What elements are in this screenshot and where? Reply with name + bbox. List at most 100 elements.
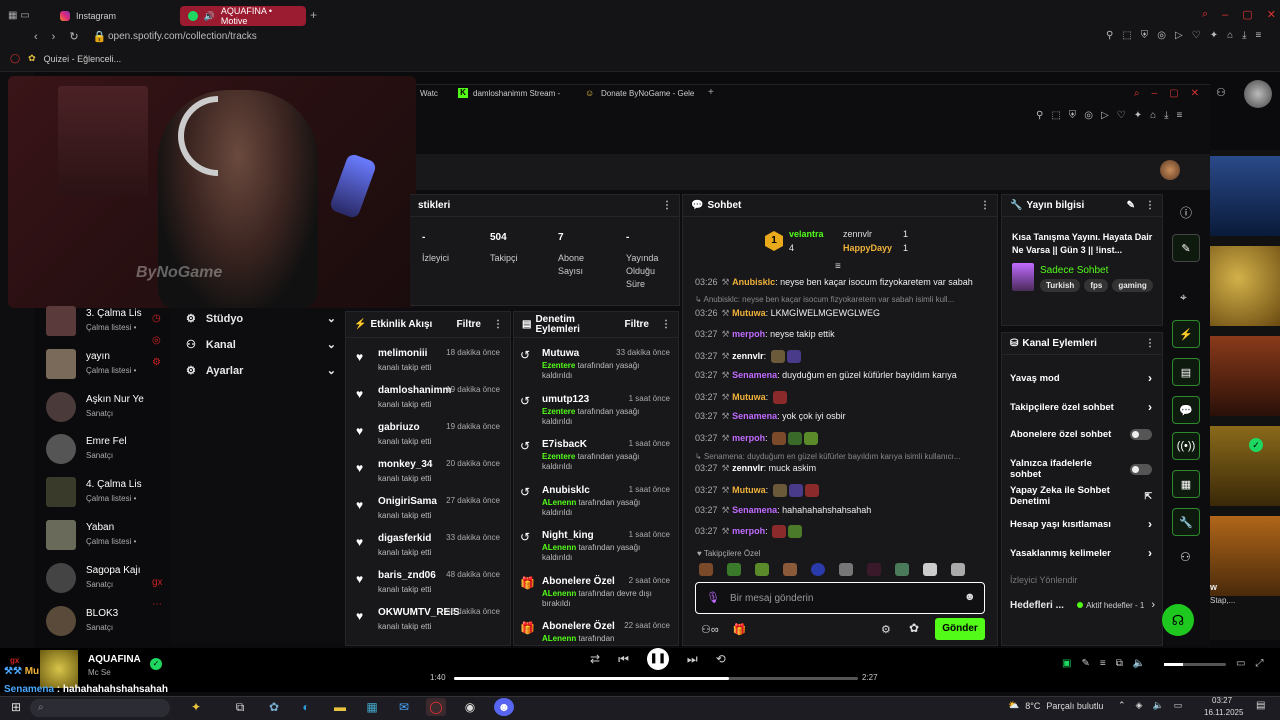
inner-screenshot-icon[interactable]: ⬚ <box>1051 110 1060 121</box>
track-title[interactable]: AQUAFINA <box>88 654 141 665</box>
library-item[interactable]: BLOK3 Sanatçı <box>44 602 144 640</box>
inner-pin-icon[interactable]: ⚲ <box>1036 110 1043 121</box>
repeat-icon[interactable]: ⟲ <box>716 652 726 666</box>
right-edge-avatar[interactable] <box>1244 80 1272 108</box>
mail-icon[interactable]: ✉ <box>394 698 414 716</box>
emote[interactable] <box>895 563 909 576</box>
toggle-switch[interactable] <box>1130 429 1152 440</box>
start-icon[interactable]: ⊞ <box>6 698 26 716</box>
activity-menu-icon[interactable]: ⋮ <box>493 319 503 330</box>
chat-username[interactable]: merpoh <box>732 526 765 536</box>
channel-action-item[interactable]: Yapay Zeka ile Sohbet Denetimi ⇱ <box>1010 485 1152 507</box>
clock-time[interactable]: 03:27 <box>1212 696 1232 705</box>
share-icon[interactable]: ⚇ <box>1180 550 1191 564</box>
connect-icon[interactable]: ⧉ <box>1116 658 1123 669</box>
now-playing-icon[interactable]: ▣ <box>1062 658 1071 669</box>
store-icon[interactable]: ▦ <box>362 698 382 716</box>
chat-input[interactable]: 🎙 Bir mesaj gönderin ☻ <box>695 582 985 614</box>
chat-username[interactable]: merpoh <box>732 433 765 443</box>
wrench-tool-button[interactable]: 🔧 <box>1172 508 1200 536</box>
clock-date[interactable]: 16.11.2025 <box>1204 708 1243 717</box>
inner-tab-kick[interactable]: damloshanimm Stream - <box>473 89 560 98</box>
inner-minimize-icon[interactable]: – <box>1152 88 1158 99</box>
liked-icon[interactable]: ✓ <box>150 658 162 670</box>
chat-username[interactable]: Senamena <box>732 411 777 421</box>
inner-tab-watch[interactable]: Watc <box>420 89 438 98</box>
stats-menu-icon[interactable]: ⋮ <box>662 200 672 211</box>
file-explorer-icon[interactable]: ▬ <box>330 698 350 716</box>
emote[interactable] <box>867 563 881 576</box>
emote[interactable] <box>951 563 965 576</box>
headset-button[interactable]: ☊ <box>1162 604 1194 636</box>
inner-extensions-icon[interactable]: ✦ <box>1134 110 1142 121</box>
fullscreen-icon[interactable]: ⤢ <box>1255 658 1263 669</box>
download-icon[interactable]: ⤓ <box>1242 30 1246 41</box>
tag[interactable]: Turkish <box>1040 279 1081 292</box>
shuffle-icon[interactable]: ⇄ <box>590 652 600 666</box>
channel-action-item[interactable]: Yalnızca ifadelerle sohbet <box>1010 458 1152 480</box>
channel-action-item[interactable]: Yavaş mod › <box>1010 371 1152 385</box>
inner-tab-donate[interactable]: Donate ByNoGame - Gele <box>601 89 694 98</box>
nav-settings[interactable]: ⚙ Ayarlar ⌄ <box>186 364 336 378</box>
bag-icon[interactable]: ⌂ <box>1227 30 1233 41</box>
inner-heart-icon[interactable]: ♡ <box>1117 110 1126 121</box>
store-tool-button[interactable]: ▦ <box>1172 470 1200 498</box>
channel-action-item[interactable]: Hesap yaşı kısıtlaması › <box>1010 517 1152 531</box>
inner-maximize-icon[interactable]: ▢ <box>1169 88 1178 99</box>
gift-icon[interactable]: 🎁 <box>733 623 747 636</box>
bookmark-quizei[interactable]: Quizei - Eğlenceli... <box>44 54 122 64</box>
opera-gx-icon[interactable]: ◯ <box>426 698 446 716</box>
new-tab-button[interactable]: + <box>310 8 317 22</box>
moderation-item[interactable]: ↺ Anubisklc 1 saat önce ALenenn tarafından … <box>520 485 672 529</box>
network-icon[interactable]: ◈ <box>1136 700 1143 711</box>
reload-icon[interactable]: ↻ <box>69 30 78 43</box>
chat-username[interactable]: zennvlr <box>732 351 764 361</box>
forward-icon[interactable]: › <box>52 31 56 43</box>
task-view-icon[interactable]: ⧉ <box>230 698 250 716</box>
speaker-icon[interactable]: 🔈 <box>1152 700 1163 711</box>
back-icon[interactable]: ‹ <box>34 31 38 43</box>
library-item[interactable]: 4. Çalma Lis Çalma listesi • <box>44 473 144 511</box>
chat-tool-button[interactable]: 💬 <box>1172 396 1200 424</box>
queue-icon[interactable]: ≡ <box>1100 658 1106 669</box>
channel-actions-menu-icon[interactable]: ⋮ <box>1145 338 1155 349</box>
activity-item[interactable]: ♥ damloshanimm 19 dakika önce kanalı takip … <box>354 385 504 425</box>
moderation-filter-button[interactable]: Filtre <box>625 319 649 330</box>
emote[interactable] <box>755 563 769 576</box>
track-artist[interactable]: Mc Se <box>88 668 111 677</box>
next-icon[interactable]: ⏭ <box>687 652 698 667</box>
inner-camera-icon[interactable]: ◎ <box>1084 110 1093 121</box>
activity-item[interactable]: ♥ OKWUMTV_REIS 55 dakika önce kanalı takip … <box>354 607 504 647</box>
url-bar[interactable]: open.spotify.com/collection/tracks <box>108 31 257 42</box>
moderation-item[interactable]: ↺ umutp123 1 saat önce Ezentere tarafından … <box>520 394 672 438</box>
moderation-menu-icon[interactable]: ⋮ <box>661 319 671 330</box>
tray-chevron-icon[interactable]: ⌃ <box>1118 700 1126 711</box>
channel-action-item[interactable]: Abonelere özel sohbet <box>1010 429 1152 440</box>
nav-studio[interactable]: ⚙ Stüdyo ⌄ <box>186 312 336 326</box>
activity-filter-button[interactable]: Filtre <box>457 319 481 330</box>
discord-icon[interactable]: ☻ <box>494 698 514 716</box>
emote[interactable] <box>727 563 741 576</box>
activity-item[interactable]: ♥ gabriuzo 19 dakika önce kanalı takip etti <box>354 422 504 462</box>
channel-action-item[interactable]: Takipçilere özel sohbet › <box>1010 400 1152 414</box>
extensions-icon[interactable]: ✦ <box>1210 30 1218 41</box>
inner-download-icon[interactable]: ⤓ <box>1164 110 1168 121</box>
toggle-switch[interactable] <box>1130 463 1152 475</box>
tag[interactable]: gaming <box>1112 279 1153 292</box>
tab-instagram[interactable]: Instagram <box>52 6 178 26</box>
emote[interactable] <box>783 563 797 576</box>
inner-search-icon[interactable]: ⌕ <box>1134 88 1140 99</box>
emote[interactable] <box>811 563 825 576</box>
activity-item[interactable]: ♥ monkey_34 20 dakika önce kanalı takip ett… <box>354 459 504 499</box>
chat-username[interactable]: Senamena <box>732 505 777 515</box>
shield-icon[interactable]: ⛨ <box>1141 30 1149 41</box>
inner-play-icon[interactable]: ▷ <box>1101 110 1109 121</box>
pin-icon[interactable]: ⚲ <box>1106 30 1113 41</box>
edge-icon[interactable]: ◐ <box>296 698 316 716</box>
screenshot-icon[interactable]: ⬚ <box>1122 30 1131 41</box>
activity-item[interactable]: ♥ OnigiriSama 27 dakika önce kanalı takip e… <box>354 496 504 536</box>
inner-new-tab[interactable]: + <box>708 87 714 98</box>
emote[interactable] <box>839 563 853 576</box>
heart-icon[interactable]: ♡ <box>1192 30 1201 41</box>
chat-username[interactable]: Mutuwa <box>732 392 766 402</box>
